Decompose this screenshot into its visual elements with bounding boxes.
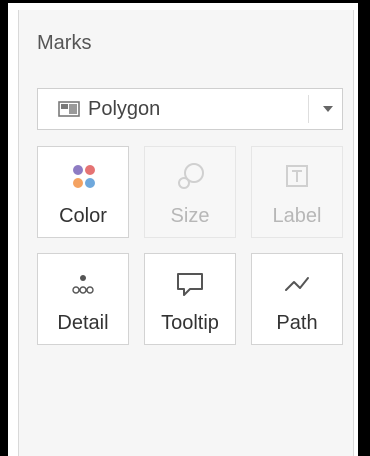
- polygon-icon: [58, 101, 80, 117]
- detail-icon: [38, 268, 128, 300]
- screenshot-frame: Marks Polygon Color Size Label Detail To…: [0, 0, 370, 456]
- mark-type-select[interactable]: Polygon: [37, 88, 343, 130]
- color-card[interactable]: Color: [37, 146, 129, 238]
- path-card-label: Path: [276, 312, 318, 334]
- window-border-right: [358, 0, 370, 456]
- label-card: Label: [251, 146, 343, 238]
- path-card[interactable]: Path: [251, 253, 343, 345]
- marks-panel: Marks Polygon Color Size Label Detail To…: [18, 10, 354, 456]
- detail-card[interactable]: Detail: [37, 253, 129, 345]
- mark-type-value: Polygon: [88, 97, 161, 120]
- size-card-label: Size: [170, 205, 210, 227]
- color-icon: [38, 161, 128, 193]
- label-card-label: Label: [272, 205, 322, 227]
- tooltip-card[interactable]: Tooltip: [144, 253, 236, 345]
- label-icon: [252, 161, 342, 193]
- size-card: Size: [144, 146, 236, 238]
- path-icon: [252, 268, 342, 300]
- tooltip-icon: [145, 268, 235, 300]
- window-border-left: [0, 0, 8, 456]
- size-icon: [145, 161, 235, 193]
- dropdown-divider: [308, 95, 309, 123]
- marks-panel-title: Marks: [37, 32, 92, 54]
- color-card-label: Color: [59, 205, 107, 227]
- chevron-down-icon[interactable]: [318, 97, 338, 121]
- detail-card-label: Detail: [57, 312, 109, 334]
- tooltip-card-label: Tooltip: [161, 312, 219, 334]
- window-border-top: [0, 0, 370, 3]
